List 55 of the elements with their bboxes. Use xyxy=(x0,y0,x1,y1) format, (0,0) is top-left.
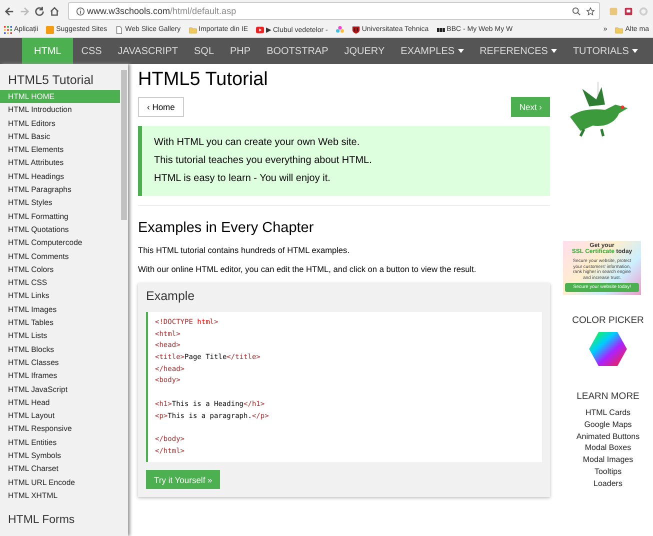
bookmark-icon[interactable] xyxy=(336,26,344,34)
caret-icon xyxy=(632,49,638,53)
nav-tab[interactable]: BOOTSTRAP xyxy=(258,38,336,64)
folder-icon xyxy=(615,26,624,34)
learn-more-link[interactable]: Animated Buttons xyxy=(576,430,640,442)
grid-icon xyxy=(4,26,12,34)
star-icon[interactable] xyxy=(586,6,595,16)
color-picker-heading: COLOR PICKER xyxy=(572,315,644,326)
learn-more-link[interactable]: Modal Images xyxy=(582,454,634,466)
nav-tab[interactable]: JAVASCRIPT xyxy=(110,38,186,64)
page-title: HTML5 Tutorial xyxy=(138,69,269,91)
caret-icon xyxy=(550,49,557,53)
note-text: This tutorial teaches you everything about HTML. xyxy=(154,155,373,166)
learn-more-link[interactable]: Modal Boxes xyxy=(584,442,632,454)
nav-tab[interactable]: PHP xyxy=(222,38,259,64)
nav-tab[interactable]: TUTORIALS xyxy=(564,38,646,64)
nav-tab[interactable]: REFERENCES xyxy=(472,38,565,64)
paragraph: This HTML tutorial contains hundreds of HTML examples. xyxy=(138,245,351,255)
bbc-icon xyxy=(436,26,445,34)
address-bar[interactable]: www.w3schools.com/html/default.asp xyxy=(68,2,600,20)
scrollbar[interactable] xyxy=(120,64,128,536)
learn-more-link[interactable]: HTML Cards xyxy=(585,407,631,420)
example-heading: Example xyxy=(146,289,196,303)
paragraph: With our online HTML editor, you can edit the HTML, and click on a button to view the result. xyxy=(138,264,478,274)
nav-tab[interactable]: EXAMPLES xyxy=(392,38,472,64)
url-host: www.w3schools.com xyxy=(87,6,170,16)
flower-icon xyxy=(336,26,344,34)
learn-more-link[interactable]: Loaders xyxy=(594,478,622,490)
sidebar-heading: HTML Forms xyxy=(7,513,76,528)
learn-more-link[interactable]: Tooltips xyxy=(594,466,622,478)
video-icon xyxy=(256,26,264,34)
shield-icon xyxy=(352,26,360,34)
section-heading: Examples in Every Chapter xyxy=(138,220,315,236)
back-icon[interactable] xyxy=(4,6,15,16)
sidebar-heading: HTML5 Tutorial xyxy=(7,72,94,89)
learn-more-heading: LEARN MORE xyxy=(576,391,640,402)
info-icon xyxy=(76,6,85,16)
nav-tab[interactable]: JQUERY xyxy=(336,38,393,64)
extension-icon[interactable] xyxy=(623,6,634,16)
learn-more-link[interactable]: Google Maps xyxy=(584,419,632,431)
reload-icon[interactable] xyxy=(34,6,45,16)
scrollbar-thumb[interactable] xyxy=(121,70,127,220)
note-text: HTML is easy to learn - You will enjoy it. xyxy=(154,173,332,184)
bookmark-logo-icon xyxy=(46,26,54,34)
page-icon xyxy=(115,26,124,34)
nav-tab[interactable]: SQL xyxy=(186,38,222,64)
url-path: /html/default.asp xyxy=(170,6,236,16)
nav-tab[interactable]: CSS xyxy=(73,38,110,64)
folder-icon xyxy=(188,26,197,34)
note-text: With HTML you can create your own Web site. xyxy=(154,137,361,148)
home-icon[interactable] xyxy=(49,6,60,16)
caret-icon xyxy=(458,49,464,53)
home-button[interactable]: ‹ Home xyxy=(138,97,184,117)
color-hexagon-icon[interactable] xyxy=(588,332,628,366)
zoom-icon[interactable] xyxy=(572,6,581,16)
